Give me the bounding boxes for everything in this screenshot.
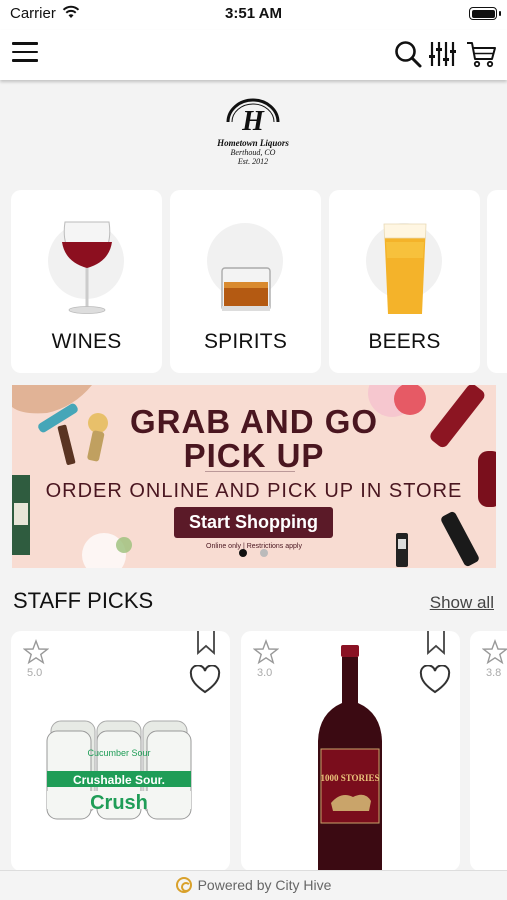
product-image-cans: Crushable Sour. Cucumber Sour Crush bbox=[46, 720, 192, 820]
can-big-text: Crush bbox=[90, 792, 148, 814]
product-image-wine-bottle: 1000 STORIES bbox=[318, 645, 382, 871]
carousel-dot-active[interactable] bbox=[239, 549, 247, 557]
banner-note: Online only | Restrictions apply bbox=[206, 543, 302, 550]
promo-banner[interactable]: GRAB AND GO PICK UP ORDER ONLINE AND PIC… bbox=[12, 385, 496, 568]
product-card[interactable]: 3.0 1000 STORIES bbox=[241, 631, 460, 871]
wine-glass-icon bbox=[62, 221, 112, 314]
city-hive-logo-icon bbox=[175, 877, 192, 893]
status-bar: Carrier 3:51 AM bbox=[0, 0, 507, 30]
search-icon[interactable] bbox=[393, 39, 423, 69]
show-all-link[interactable]: Show all bbox=[430, 593, 494, 613]
app-header bbox=[0, 30, 507, 80]
rating-value: 3.8 bbox=[486, 667, 502, 679]
category-beers[interactable]: BEERS bbox=[329, 190, 480, 373]
can-band-text: Crushable Sour. bbox=[73, 773, 165, 787]
battery-icon bbox=[469, 7, 497, 20]
status-time: 3:51 AM bbox=[225, 5, 282, 22]
banner-title-line2: PICK UP bbox=[183, 437, 325, 474]
product-card-partial[interactable]: 3.8 bbox=[470, 631, 507, 871]
logo-location: Berthoud, CO bbox=[230, 148, 276, 157]
staff-picks-title: STAFF PICKS bbox=[13, 588, 154, 613]
store-logo: H Hometown Liquors Berthoud, CO Est. 201… bbox=[205, 92, 301, 174]
beer-glass-icon bbox=[383, 223, 427, 314]
logo-established: Est. 2012 bbox=[237, 157, 269, 166]
category-label: WINES bbox=[51, 330, 122, 353]
star-icon bbox=[482, 639, 507, 665]
whiskey-glass-icon bbox=[221, 267, 271, 311]
carousel-dot[interactable] bbox=[260, 549, 268, 557]
category-label: BEERS bbox=[368, 330, 441, 353]
can-top-text: Cucumber Sour bbox=[87, 748, 150, 758]
logo-monogram: H bbox=[241, 106, 265, 137]
product-card[interactable]: 5.0 Crushable Sour. Cucumber Sour Crush bbox=[11, 631, 230, 871]
bottle-label-text: 1000 STORIES bbox=[320, 773, 379, 783]
monogram-emblem: H bbox=[226, 98, 280, 137]
footer-text[interactable]: Powered by City Hive bbox=[198, 877, 332, 893]
cart-icon[interactable] bbox=[465, 39, 497, 69]
start-shopping-button[interactable]: Start Shopping bbox=[174, 507, 333, 538]
banner-divider bbox=[205, 471, 295, 472]
logo-store-name: Hometown Liquors bbox=[217, 138, 289, 148]
filter-sliders-icon[interactable] bbox=[427, 39, 457, 69]
category-label: SPIRITS bbox=[203, 330, 288, 353]
hamburger-menu-icon[interactable] bbox=[12, 42, 38, 64]
banner-subtitle: ORDER ONLINE AND PICK UP IN STORE bbox=[45, 480, 463, 502]
footer: Powered by City Hive bbox=[0, 870, 507, 900]
banner-title-line1: GRAB AND GO bbox=[129, 403, 379, 440]
category-wines[interactable]: WINES bbox=[11, 190, 162, 373]
category-spirits[interactable]: SPIRITS bbox=[170, 190, 321, 373]
category-card-partial[interactable] bbox=[487, 190, 507, 373]
